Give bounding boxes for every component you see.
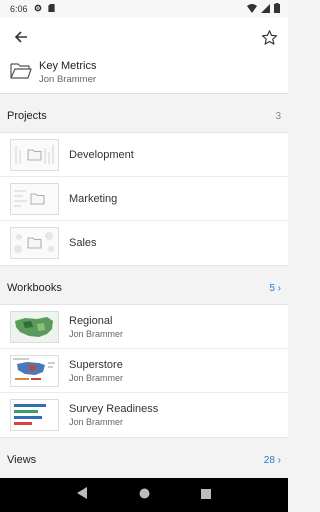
project-thumbnail xyxy=(10,227,59,259)
views-section-header: Views 28 › xyxy=(0,444,288,476)
back-arrow-icon[interactable] xyxy=(10,26,32,48)
wifi-icon xyxy=(247,3,257,15)
section-title: Workbooks xyxy=(7,282,62,294)
workbook-thumbnail xyxy=(10,310,59,343)
settings-gear-icon xyxy=(34,4,42,14)
project-row-marketing[interactable]: Marketing xyxy=(0,177,288,221)
system-nav-bar xyxy=(0,478,288,512)
favorite-star-icon[interactable] xyxy=(258,26,280,48)
sd-card-icon xyxy=(47,4,55,14)
page-title: Key Metrics xyxy=(39,60,97,72)
workbook-owner: Jon Brammer xyxy=(69,328,124,339)
workbooks-list: Regional Jon Brammer Superstore Jon Bram… xyxy=(0,304,288,438)
workbooks-section-header: Workbooks 5 › xyxy=(0,272,288,304)
battery-icon xyxy=(274,3,280,15)
status-bar: 6:06 xyxy=(0,0,288,18)
status-time: 6:06 xyxy=(10,4,28,14)
page-owner: Jon Brammer xyxy=(39,74,97,85)
projects-section-header: Projects 3 xyxy=(0,100,288,132)
project-label: Marketing xyxy=(69,192,118,205)
projects-count: 3 xyxy=(275,110,281,122)
workbook-owner: Jon Brammer xyxy=(69,417,124,427)
project-thumbnail xyxy=(10,182,59,215)
folder-icon xyxy=(10,61,32,84)
home-circle-icon[interactable] xyxy=(139,486,150,504)
recents-square-icon[interactable] xyxy=(200,486,211,504)
workbooks-see-all-link[interactable]: 5 › xyxy=(269,283,281,294)
project-row-sales[interactable]: Sales xyxy=(0,221,288,265)
project-header: Key Metrics Jon Brammer xyxy=(0,56,288,94)
project-label: Development xyxy=(69,148,134,161)
back-triangle-icon[interactable] xyxy=(77,486,88,504)
project-row-development[interactable]: Development xyxy=(0,133,288,177)
cell-signal-icon xyxy=(261,3,270,15)
section-title: Views xyxy=(7,454,37,466)
workbook-title: Superstore xyxy=(69,358,123,371)
workbook-title: Survey Readiness xyxy=(69,403,159,415)
workbook-row-survey-readiness[interactable]: Survey Readiness Jon Brammer xyxy=(0,393,288,437)
workbook-thumbnail xyxy=(10,399,59,431)
views-see-all-link[interactable]: 28 › xyxy=(264,455,281,466)
workbook-row-superstore[interactable]: Superstore Jon Brammer xyxy=(0,349,288,393)
app-bar xyxy=(0,18,288,56)
workbook-thumbnail xyxy=(10,354,59,387)
workbook-row-regional[interactable]: Regional Jon Brammer xyxy=(0,305,288,349)
section-title: Projects xyxy=(7,110,47,122)
project-thumbnail xyxy=(10,138,59,171)
workbook-owner: Jon Brammer xyxy=(69,372,124,383)
project-label: Sales xyxy=(69,237,97,249)
workbook-title: Regional xyxy=(69,314,113,327)
projects-list: Development Marketing Sales xyxy=(0,132,288,266)
